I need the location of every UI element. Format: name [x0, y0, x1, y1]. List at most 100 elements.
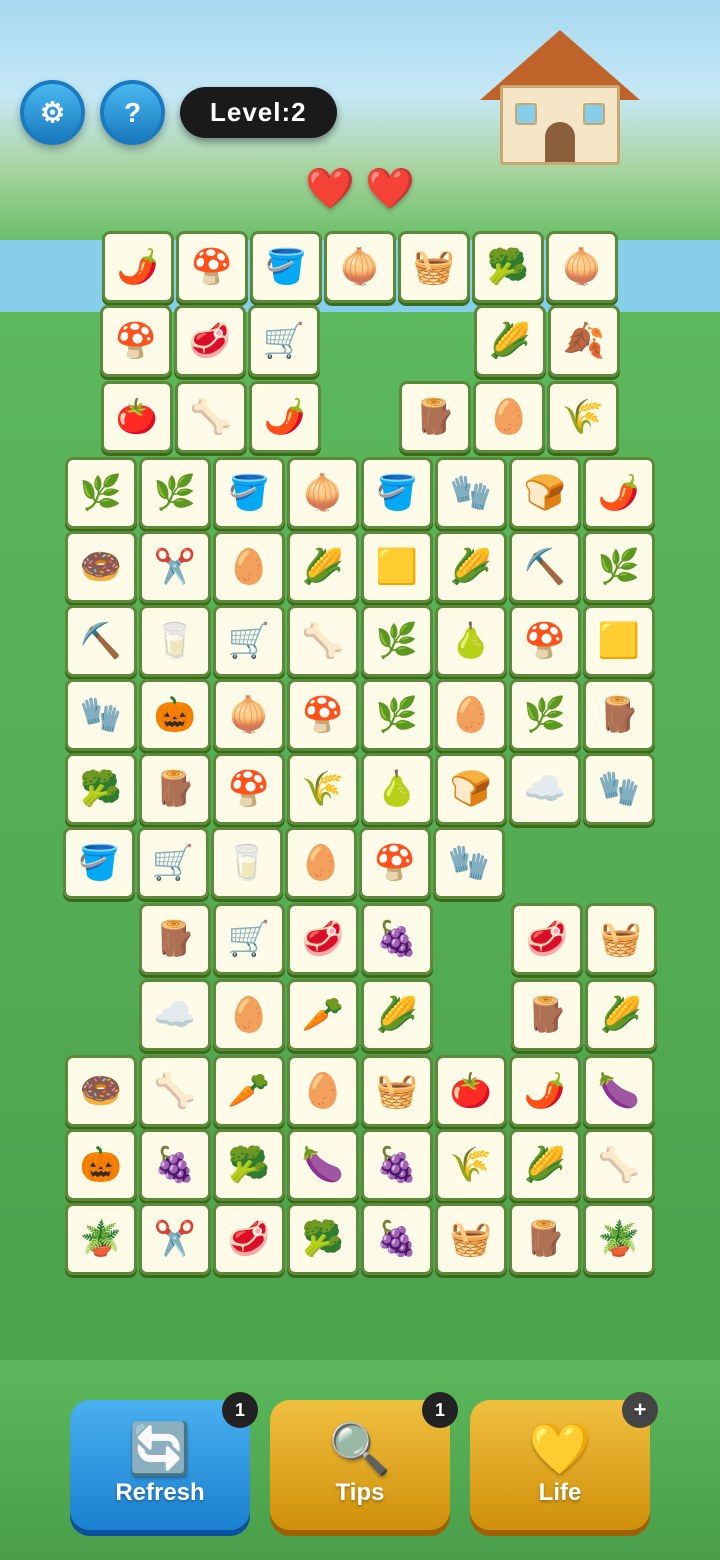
tile-3-2[interactable]: 🪣	[213, 457, 285, 529]
help-button[interactable]: ?	[100, 80, 165, 145]
life-button[interactable]: + 💛 Life	[470, 1400, 650, 1530]
tile-4-4[interactable]: 🟨	[361, 531, 433, 603]
tile-1-1[interactable]: 🥩	[174, 305, 246, 377]
tile-11-5[interactable]: 🍅	[435, 1055, 507, 1127]
tile-8-0[interactable]: 🪣	[63, 827, 135, 899]
tile-9-6[interactable]: 🥩	[511, 903, 583, 975]
tile-5-4[interactable]: 🌿	[361, 605, 433, 677]
tile-1-2[interactable]: 🛒	[248, 305, 320, 377]
tile-6-7[interactable]: 🪵	[583, 679, 655, 751]
tile-2-5[interactable]: 🥚	[473, 381, 545, 453]
tile-5-0[interactable]: ⛏️	[65, 605, 137, 677]
tile-10-7[interactable]: 🌽	[585, 979, 657, 1051]
tile-11-2[interactable]: 🥕	[213, 1055, 285, 1127]
tile-11-7[interactable]: 🍆	[583, 1055, 655, 1127]
tile-13-4[interactable]: 🍇	[361, 1203, 433, 1275]
tile-4-3[interactable]: 🌽	[287, 531, 359, 603]
tile-8-2[interactable]: 🥛	[211, 827, 283, 899]
settings-button[interactable]: ⚙	[20, 80, 85, 145]
tile-0-1[interactable]: 🍄	[176, 231, 248, 303]
tile-11-0[interactable]: 🍩	[65, 1055, 137, 1127]
tile-2-6[interactable]: 🌾	[547, 381, 619, 453]
tile-3-0[interactable]: 🌿	[65, 457, 137, 529]
tile-12-4[interactable]: 🍇	[361, 1129, 433, 1201]
tile-12-3[interactable]: 🍆	[287, 1129, 359, 1201]
tile-9-4[interactable]: 🍇	[361, 903, 433, 975]
tile-9-7[interactable]: 🧺	[585, 903, 657, 975]
tile-5-2[interactable]: 🛒	[213, 605, 285, 677]
tile-12-7[interactable]: 🦴	[583, 1129, 655, 1201]
tile-5-1[interactable]: 🥛	[139, 605, 211, 677]
tile-12-1[interactable]: 🍇	[139, 1129, 211, 1201]
tile-7-4[interactable]: 🍐	[361, 753, 433, 825]
tile-10-2[interactable]: 🥚	[213, 979, 285, 1051]
tile-7-2[interactable]: 🍄	[213, 753, 285, 825]
tile-6-3[interactable]: 🍄	[287, 679, 359, 751]
tile-11-3[interactable]: 🥚	[287, 1055, 359, 1127]
tile-10-4[interactable]: 🌽	[361, 979, 433, 1051]
tile-7-0[interactable]: 🥦	[65, 753, 137, 825]
tile-3-6[interactable]: 🍞	[509, 457, 581, 529]
tile-7-5[interactable]: 🍞	[435, 753, 507, 825]
tile-5-6[interactable]: 🍄	[509, 605, 581, 677]
tile-4-0[interactable]: 🍩	[65, 531, 137, 603]
tile-10-3[interactable]: 🥕	[287, 979, 359, 1051]
tile-8-4[interactable]: 🍄	[359, 827, 431, 899]
tile-13-1[interactable]: ✂️	[139, 1203, 211, 1275]
tile-4-2[interactable]: 🥚	[213, 531, 285, 603]
tile-2-2[interactable]: 🌶️	[249, 381, 321, 453]
tile-11-4[interactable]: 🧺	[361, 1055, 433, 1127]
tile-5-7[interactable]: 🟨	[583, 605, 655, 677]
tile-11-1[interactable]: 🦴	[139, 1055, 211, 1127]
tile-4-5[interactable]: 🌽	[435, 531, 507, 603]
tile-13-3[interactable]: 🥦	[287, 1203, 359, 1275]
tile-0-4[interactable]: 🧺	[398, 231, 470, 303]
tile-0-2[interactable]: 🪣	[250, 231, 322, 303]
tile-12-5[interactable]: 🌾	[435, 1129, 507, 1201]
tile-9-2[interactable]: 🛒	[213, 903, 285, 975]
tile-0-6[interactable]: 🧅	[546, 231, 618, 303]
tile-7-1[interactable]: 🪵	[139, 753, 211, 825]
tile-4-7[interactable]: 🌿	[583, 531, 655, 603]
tile-4-6[interactable]: ⛏️	[509, 531, 581, 603]
tile-5-3[interactable]: 🦴	[287, 605, 359, 677]
tile-4-1[interactable]: ✂️	[139, 531, 211, 603]
tile-6-2[interactable]: 🧅	[213, 679, 285, 751]
tile-13-5[interactable]: 🧺	[435, 1203, 507, 1275]
tile-8-1[interactable]: 🛒	[137, 827, 209, 899]
tile-10-1[interactable]: ☁️	[139, 979, 211, 1051]
tile-13-7[interactable]: 🪴	[583, 1203, 655, 1275]
tile-0-0[interactable]: 🌶️	[102, 231, 174, 303]
tile-3-5[interactable]: 🧤	[435, 457, 507, 529]
tile-2-4[interactable]: 🪵	[399, 381, 471, 453]
tile-1-6[interactable]: 🍂	[548, 305, 620, 377]
tile-6-5[interactable]: 🥚	[435, 679, 507, 751]
tile-5-5[interactable]: 🍐	[435, 605, 507, 677]
tile-11-6[interactable]: 🌶️	[509, 1055, 581, 1127]
tile-3-7[interactable]: 🌶️	[583, 457, 655, 529]
tile-6-1[interactable]: 🎃	[139, 679, 211, 751]
tile-10-6[interactable]: 🪵	[511, 979, 583, 1051]
tile-2-0[interactable]: 🍅	[101, 381, 173, 453]
tile-1-5[interactable]: 🌽	[474, 305, 546, 377]
tile-13-0[interactable]: 🪴	[65, 1203, 137, 1275]
tile-6-0[interactable]: 🧤	[65, 679, 137, 751]
tile-8-3[interactable]: 🥚	[285, 827, 357, 899]
tile-9-3[interactable]: 🥩	[287, 903, 359, 975]
tile-8-5[interactable]: 🧤	[433, 827, 505, 899]
tile-6-6[interactable]: 🌿	[509, 679, 581, 751]
tile-12-2[interactable]: 🥦	[213, 1129, 285, 1201]
refresh-button[interactable]: 1 🔄 Refresh	[70, 1400, 250, 1530]
tile-13-2[interactable]: 🥩	[213, 1203, 285, 1275]
tile-2-1[interactable]: 🦴	[175, 381, 247, 453]
tile-3-1[interactable]: 🌿	[139, 457, 211, 529]
tile-13-6[interactable]: 🪵	[509, 1203, 581, 1275]
tile-9-1[interactable]: 🪵	[139, 903, 211, 975]
tips-button[interactable]: 1 🔍 Tips	[270, 1400, 450, 1530]
tile-3-3[interactable]: 🧅	[287, 457, 359, 529]
tile-7-7[interactable]: 🧤	[583, 753, 655, 825]
tile-0-5[interactable]: 🥦	[472, 231, 544, 303]
tile-6-4[interactable]: 🌿	[361, 679, 433, 751]
tile-1-0[interactable]: 🍄	[100, 305, 172, 377]
tile-12-6[interactable]: 🌽	[509, 1129, 581, 1201]
